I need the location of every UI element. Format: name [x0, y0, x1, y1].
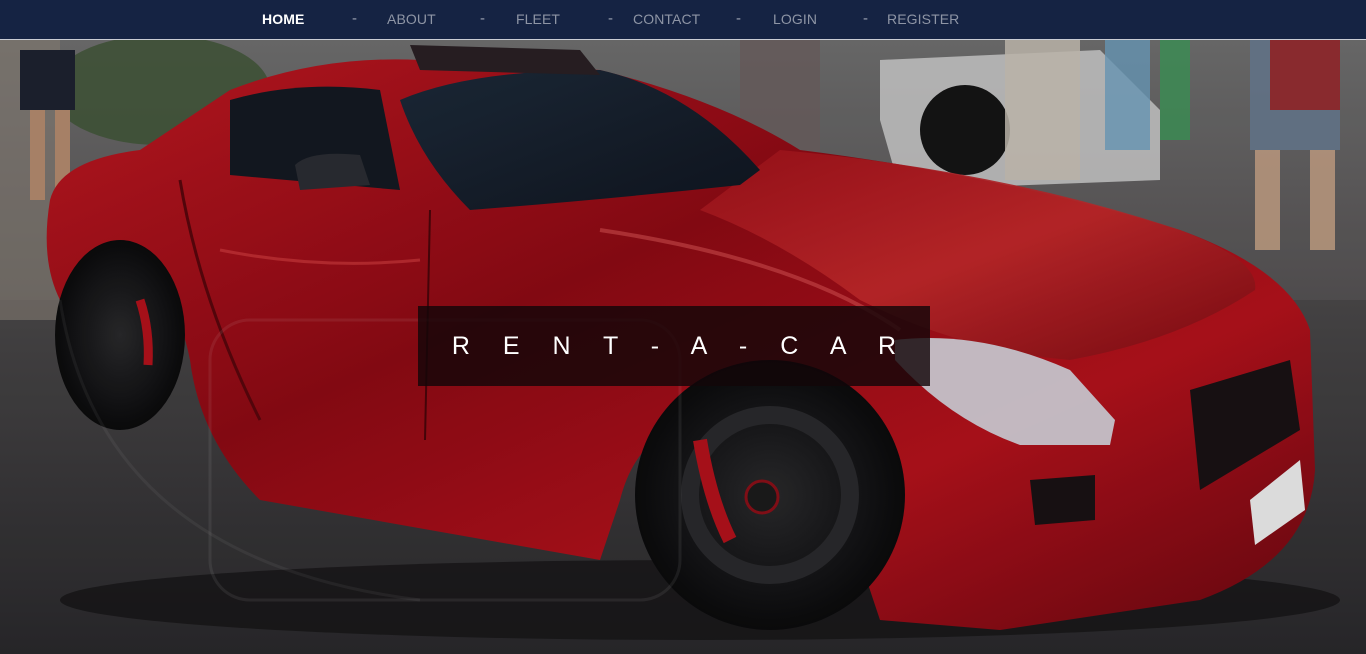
- nav-login-link[interactable]: LOGIN: [773, 11, 817, 27]
- nav-about-link[interactable]: ABOUT: [387, 11, 436, 27]
- nav-fleet-link[interactable]: FLEET: [516, 11, 560, 27]
- nav-separator: -: [352, 10, 357, 27]
- nav-separator: -: [480, 10, 485, 27]
- nav-home-link[interactable]: HOME: [262, 11, 304, 27]
- nav-contact-link[interactable]: CONTACT: [633, 11, 700, 27]
- hero-title: R E N T - A - C A R: [451, 331, 910, 360]
- nav-separator: -: [863, 10, 868, 27]
- nav-separator: -: [736, 10, 741, 27]
- nav-register-link[interactable]: REGISTER: [887, 11, 959, 27]
- hero-title-box: R E N T - A - C A R: [418, 306, 930, 386]
- nav-separator: -: [608, 10, 613, 27]
- page: HOME - ABOUT - FLEET - CONTACT - LOGIN -…: [0, 0, 1366, 654]
- top-navbar: HOME - ABOUT - FLEET - CONTACT - LOGIN -…: [0, 0, 1366, 40]
